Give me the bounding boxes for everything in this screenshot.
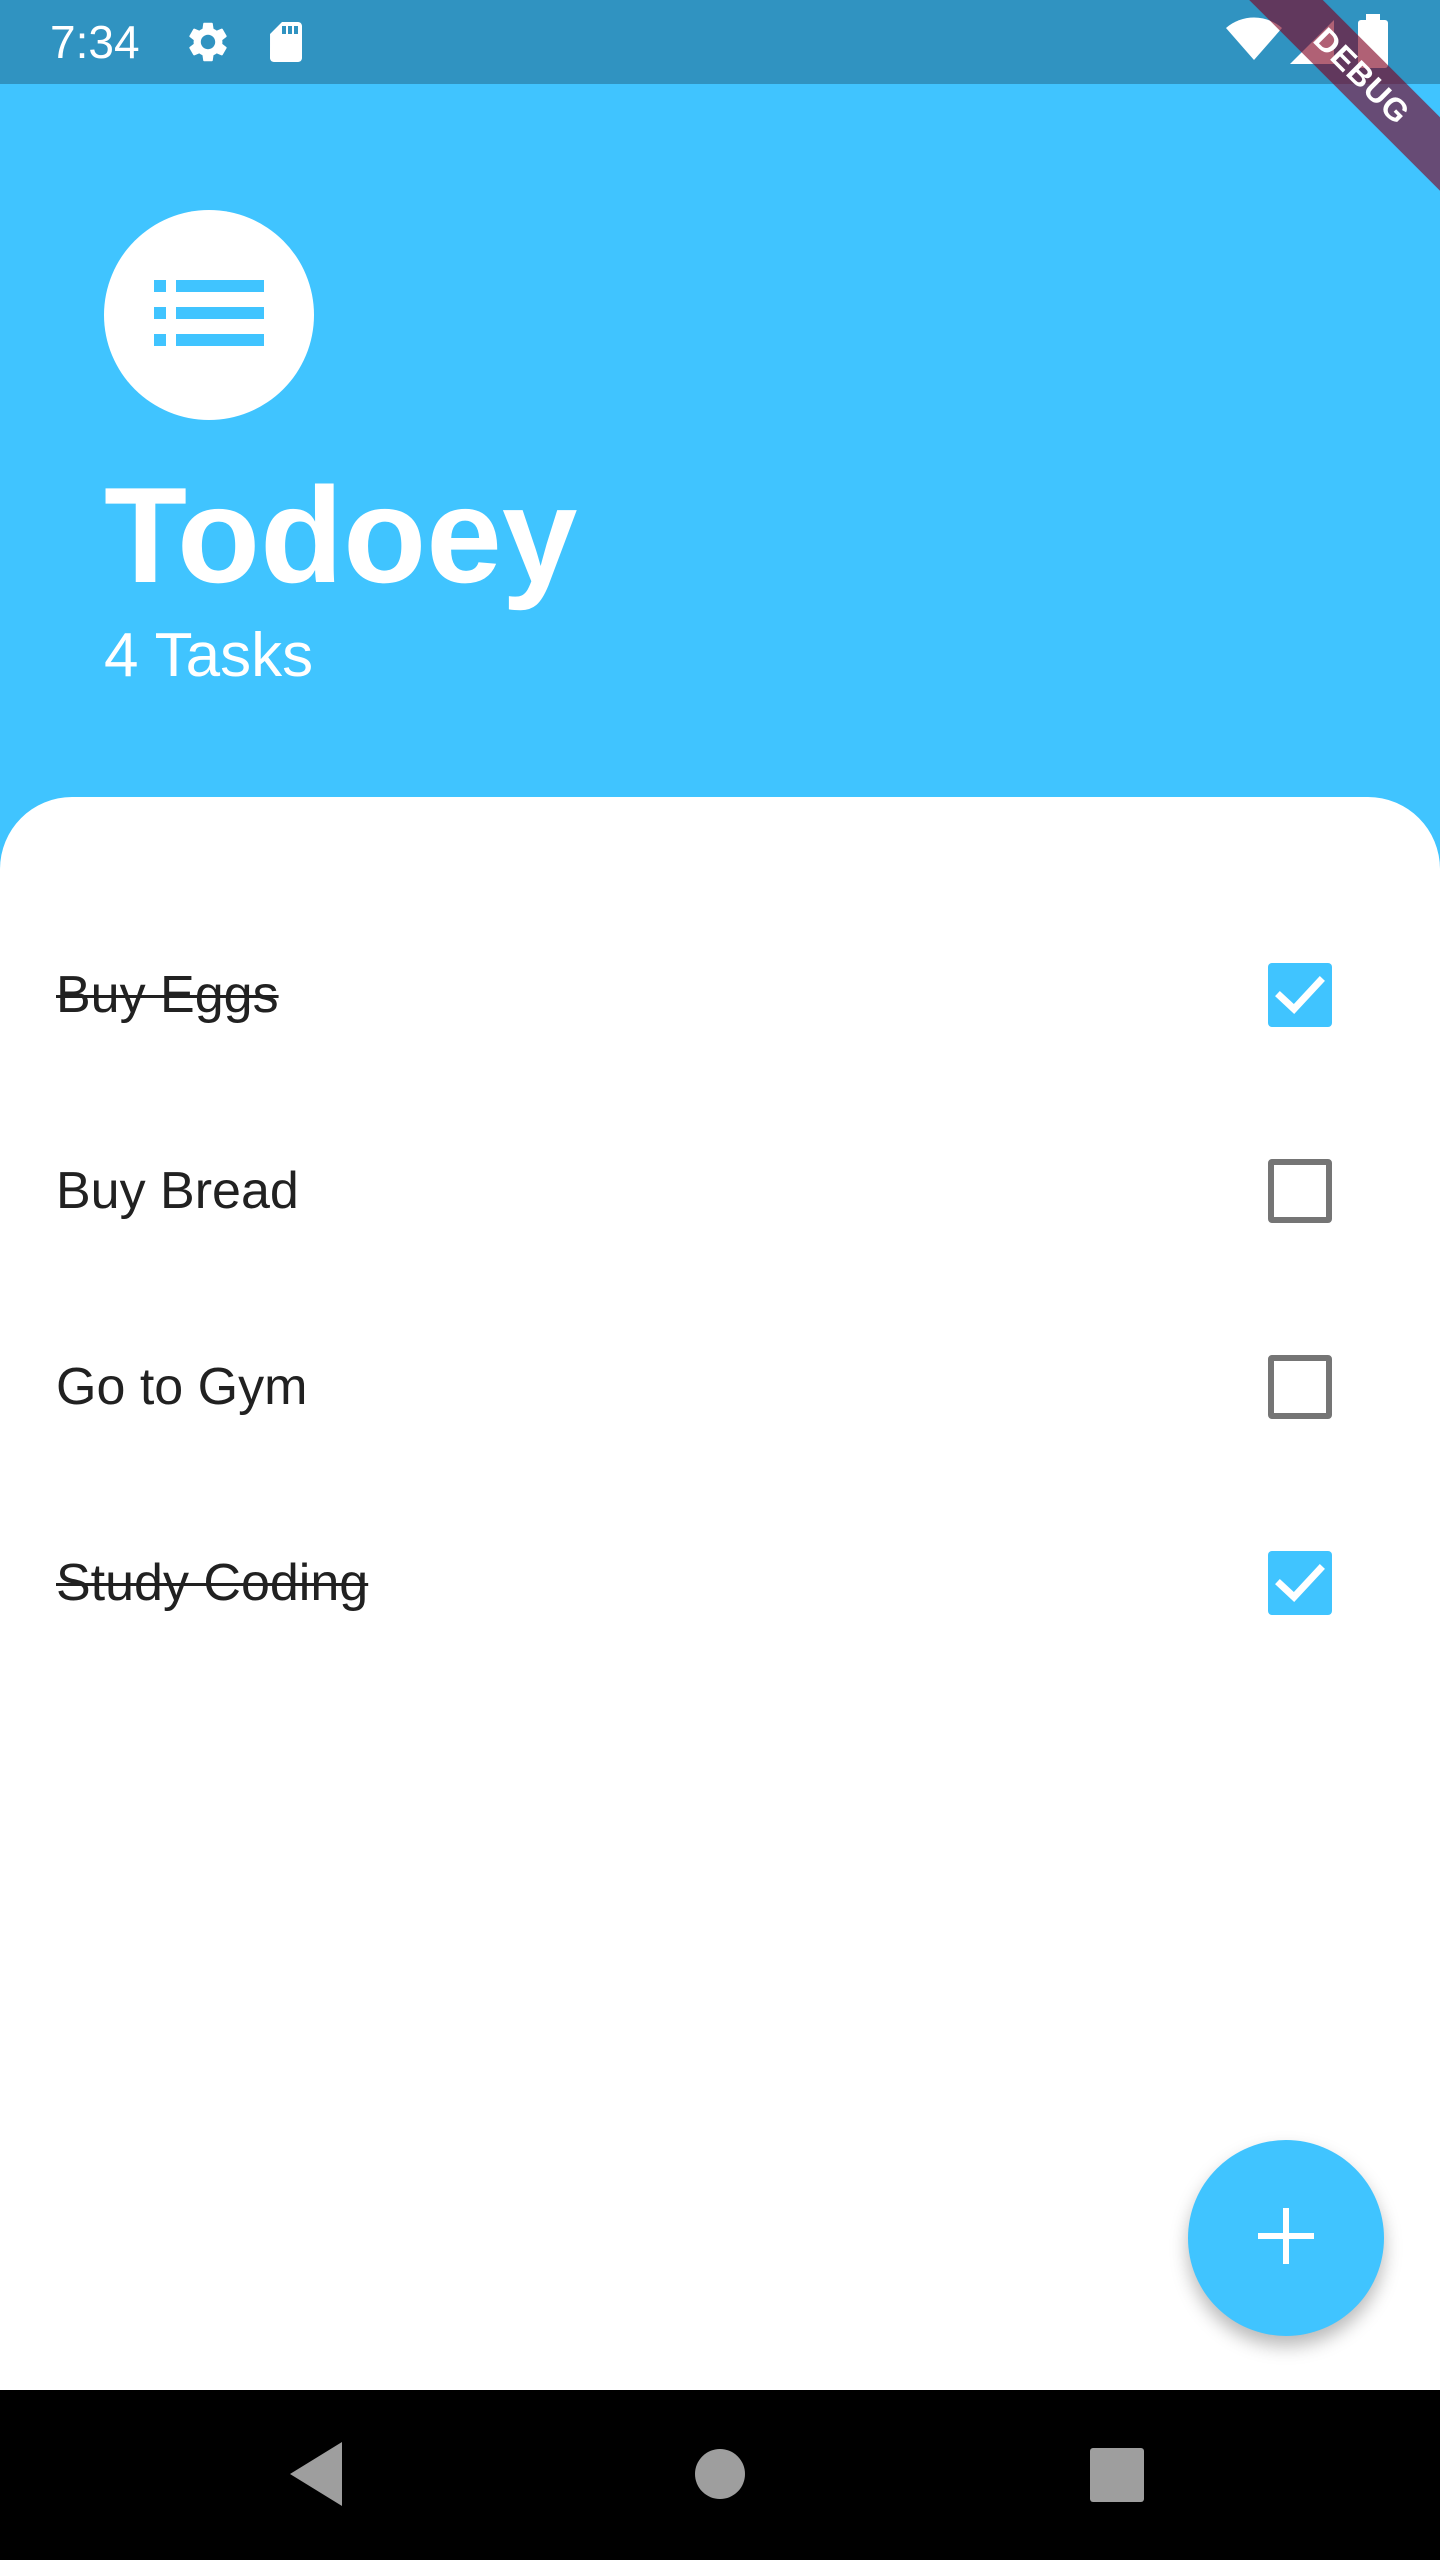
app-title: Todoey	[104, 459, 578, 611]
navigation-bar	[0, 2390, 1440, 2560]
task-title: Go to Gym	[56, 1358, 308, 1416]
task-checkbox[interactable]	[1268, 963, 1332, 1027]
task-row[interactable]: Go to Gym	[0, 1289, 1440, 1485]
task-title: Buy Eggs	[56, 966, 279, 1024]
task-checkbox[interactable]	[1268, 1159, 1332, 1223]
add-task-button[interactable]	[1188, 2140, 1384, 2336]
back-icon[interactable]	[290, 2442, 346, 2511]
task-title: Buy Bread	[56, 1162, 299, 1220]
task-row[interactable]: Buy Eggs	[0, 897, 1440, 1093]
status-bar: 7:34	[0, 0, 1440, 84]
home-icon[interactable]	[694, 2448, 746, 2505]
task-list-card: Buy Eggs Buy Bread Go to Gym Study Codin…	[0, 797, 1440, 2390]
task-checkbox[interactable]	[1268, 1355, 1332, 1419]
status-time: 7:34	[50, 16, 140, 68]
gear-icon	[184, 18, 232, 71]
sd-card-icon	[262, 18, 310, 71]
header-avatar	[104, 210, 314, 420]
list-icon	[154, 279, 264, 351]
recents-icon[interactable]	[1090, 2448, 1144, 2507]
add-icon	[1256, 2206, 1316, 2271]
app-screen: 7:34 DEBUG Todoey 4 Tasks Buy Eggs Buy B…	[0, 0, 1440, 2560]
task-title: Study Coding	[56, 1554, 369, 1612]
task-row[interactable]: Buy Bread	[0, 1093, 1440, 1289]
task-checkbox[interactable]	[1268, 1551, 1332, 1615]
task-row[interactable]: Study Coding	[0, 1485, 1440, 1681]
task-count: 4 Tasks	[104, 621, 314, 690]
